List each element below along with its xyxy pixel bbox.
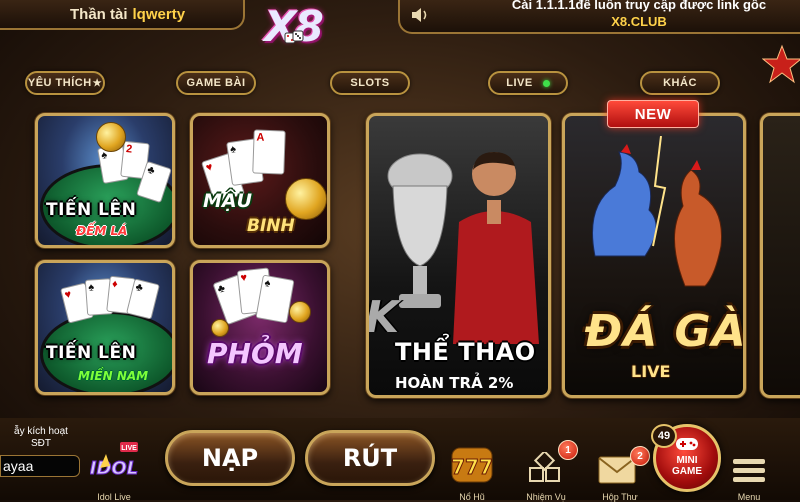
game-subtitle: ĐẾM LÁ	[76, 224, 128, 238]
game-prefix: K	[366, 292, 400, 343]
tab-card-games[interactable]: GAME BÀI	[176, 71, 256, 95]
game-tile-next[interactable]	[760, 113, 800, 398]
user-info[interactable]: Thần tài lqwerty	[0, 0, 245, 30]
idol-live-button[interactable]: LIVE IDOL Idol Live	[86, 440, 142, 502]
game-subtitle: MIỀN NAM	[78, 369, 149, 383]
minigame-line-2: GAME	[672, 466, 702, 477]
hint-line-1: ẫy kích hoạt	[14, 426, 68, 437]
gamepad-icon	[676, 438, 698, 450]
dice-icon	[284, 30, 304, 44]
menu-label: Menu	[737, 492, 761, 502]
tab-live[interactable]: LIVE	[488, 71, 568, 95]
jackpot-777-icon: 777	[451, 447, 493, 483]
game-title: ĐÁ GÀ	[585, 306, 746, 357]
game-title: TIẾN LÊN	[46, 343, 137, 363]
star-icon: ★	[92, 77, 103, 89]
playing-card-icon: ♠	[255, 274, 295, 324]
svg-text:777: 777	[451, 455, 493, 479]
new-badge: NEW	[607, 100, 699, 128]
game-subtitle: BINH	[247, 216, 295, 236]
idol-live-label: Idol Live	[97, 492, 131, 502]
coin-icon	[96, 122, 126, 152]
minigame-count-badge: 49	[651, 424, 677, 448]
tab-card-games-label: GAME BÀI	[186, 77, 246, 89]
hamburger-menu-icon	[733, 459, 765, 482]
player-figure-icon	[453, 152, 539, 344]
svg-text:LIVE: LIVE	[121, 445, 137, 452]
phone-activation-hint[interactable]: ẫy kích hoạt SĐT	[0, 426, 82, 450]
mission-notification-badge: 1	[558, 440, 578, 460]
x8-logo: X8	[252, 0, 334, 58]
announcement-bar: Cài 1.1.1.1để luôn truy cập được link gố…	[398, 0, 800, 34]
game-tile-tien-len-dem-la[interactable]: ♠ 2 ♣ TIẾN LÊN ĐẾM LÁ	[35, 113, 175, 248]
username-prefix: Thần tài	[70, 5, 128, 23]
jackpot-button[interactable]: 777 Nổ Hũ	[444, 440, 500, 502]
tab-slots[interactable]: SLOTS	[330, 71, 410, 95]
mission-grid-icon	[529, 452, 560, 482]
game-tile-the-thao[interactable]: K THỂ THAO HOÀN TRẢ 2%	[366, 113, 551, 398]
game-title: TIẾN LÊN	[46, 200, 137, 220]
tab-other-label: KHÁC	[663, 77, 697, 89]
speaker-icon[interactable]	[410, 6, 430, 24]
username: lqwerty	[132, 5, 186, 23]
coin-icon	[289, 301, 311, 323]
rooster-icon	[592, 136, 723, 287]
minigame-label: MINI GAME	[656, 455, 718, 477]
tab-favorites[interactable]: YÊU THÍCH ★	[25, 71, 105, 95]
mail-notification-badge: 2	[630, 446, 650, 466]
game-tile-mau-binh[interactable]: ♥ ♠ A MẬU BINH	[190, 113, 330, 248]
mailbox-button[interactable]: 2 Hộp Thư	[592, 440, 650, 502]
game-tile-tien-len-mien-nam[interactable]: ♥ ♠ ♦ ♣ TIẾN LÊN MIỀN NAM	[35, 260, 175, 395]
marquee-text: Cài 1.1.1.1để luôn truy cập được link gố…	[511, 0, 767, 12]
tab-other[interactable]: KHÁC	[640, 71, 720, 95]
svg-text:IDOL: IDOL	[90, 458, 138, 479]
mail-label: Hộp Thư	[602, 492, 638, 502]
game-subtitle: LIVE	[631, 362, 671, 381]
game-tile-da-ga[interactable]: ĐÁ GÀ LIVE	[562, 113, 746, 398]
tab-live-label: LIVE	[506, 77, 533, 89]
game-title: PHỎM	[207, 337, 303, 370]
game-tile-phom[interactable]: ♣ ♥ ♠ PHỎM	[190, 260, 330, 395]
tab-favorites-label: YÊU THÍCH	[27, 77, 92, 89]
game-subtitle: HOÀN TRẢ 2%	[395, 374, 514, 392]
hint-line-2: SĐT	[31, 438, 51, 449]
account-field[interactable]: ayaa	[0, 455, 80, 477]
mission-button[interactable]: 1 Nhiệm Vụ	[518, 440, 578, 502]
top-bar: Thần tài lqwerty X8 Cài 1.1.1.1để luôn t…	[0, 0, 800, 51]
menu-button[interactable]: Menu	[726, 440, 772, 502]
playing-card-icon: A	[252, 129, 286, 175]
minigame-line-1: MINI	[676, 455, 698, 466]
live-dot-icon	[542, 79, 550, 87]
star-decoration-icon	[762, 44, 800, 84]
idol-live-icon: LIVE IDOL	[90, 442, 139, 480]
game-title: THỂ THAO	[395, 338, 536, 366]
deposit-button[interactable]: NẠP	[165, 430, 295, 486]
game-title: MẬU	[203, 190, 253, 212]
tab-slots-label: SLOTS	[350, 77, 390, 89]
jackpot-label: Nổ Hũ	[459, 492, 485, 502]
withdraw-button[interactable]: RÚT	[305, 430, 435, 486]
coin-icon	[211, 319, 229, 337]
brand-link[interactable]: X8.CLUB	[484, 14, 794, 29]
coin-icon	[285, 178, 327, 220]
mission-label: Nhiệm Vụ	[526, 492, 566, 502]
